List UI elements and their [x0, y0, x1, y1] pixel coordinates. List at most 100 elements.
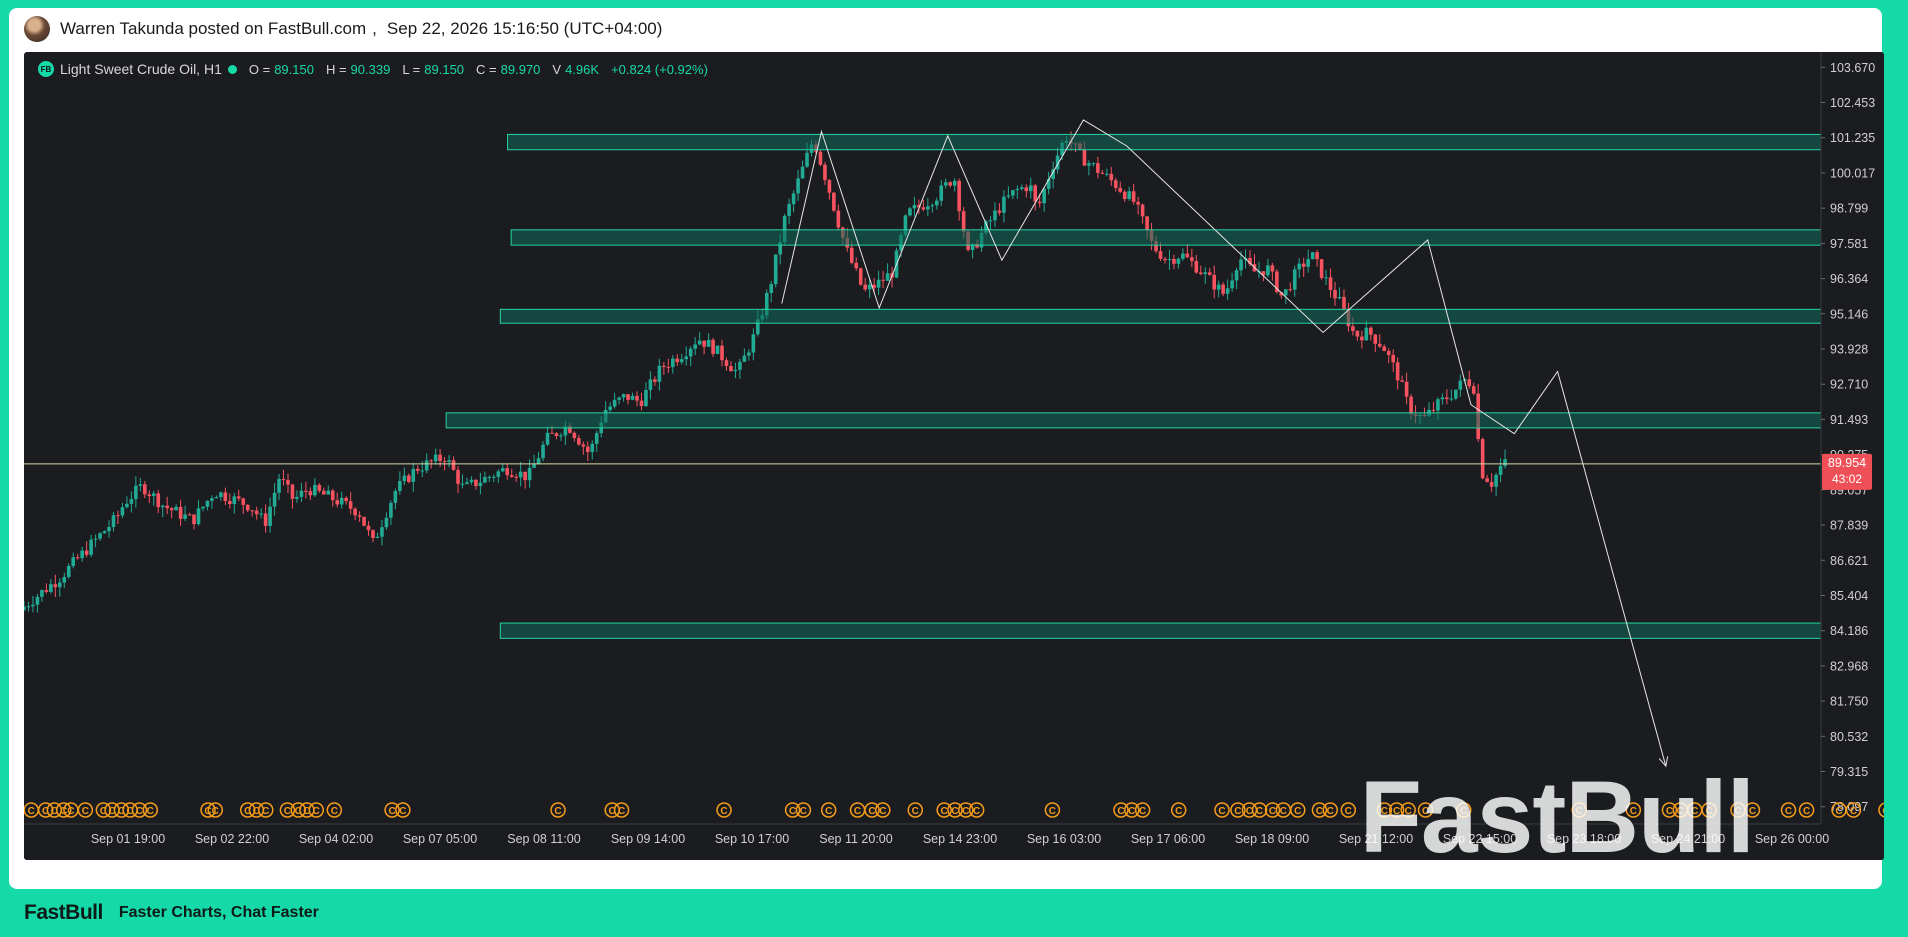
candle [836, 210, 841, 228]
candle [245, 504, 250, 511]
event-letter: C [136, 806, 143, 817]
calendar-event-icon[interactable]: C [1044, 802, 1061, 818]
candle [1364, 327, 1369, 341]
event-letter: C [147, 806, 154, 817]
zone-rect-5[interactable] [499, 622, 1884, 639]
candle [541, 444, 545, 459]
calendar-event-icon[interactable]: C [1290, 802, 1306, 818]
user-avatar[interactable] [24, 16, 50, 42]
candle [407, 475, 411, 482]
x-tick-label: Sep 11 20:00 [819, 832, 892, 846]
candle [653, 379, 657, 382]
calendar-event-icon[interactable]: C [24, 802, 39, 818]
high-value: 90.339 [350, 61, 391, 77]
y-tick-label: 100.017 [1830, 166, 1875, 180]
calendar-event-icon[interactable]: C [875, 802, 891, 818]
candle [456, 469, 460, 484]
candle [143, 484, 147, 495]
candle [796, 178, 800, 194]
low-value: 89.150 [424, 61, 465, 77]
candle [384, 517, 389, 528]
calendar-event-icon[interactable]: C [795, 802, 812, 818]
calendar-event-icon[interactable]: C [1134, 802, 1151, 818]
zone-rect-1[interactable] [507, 133, 1884, 151]
candle [89, 539, 93, 555]
y-tick-label: 80.532 [1830, 730, 1868, 744]
candle [317, 484, 322, 491]
calendar-event-icon[interactable]: C [258, 802, 274, 818]
candle [183, 514, 187, 519]
current-price-tag: 89.954 43:02 [1822, 453, 1872, 490]
calendar-event-icon[interactable]: C [1170, 802, 1187, 818]
candle [697, 340, 702, 345]
calendar-event-icon[interactable]: C [1251, 802, 1268, 818]
candle [1297, 263, 1302, 270]
footer-logo[interactable]: FastBull [24, 901, 103, 925]
candle [1283, 289, 1288, 296]
candle [733, 369, 738, 372]
fastbull-logo-icon: FB [38, 61, 54, 77]
event-letter: C [1294, 806, 1301, 817]
footer-bar: FastBull Faster Charts, Chat Faster [24, 898, 319, 928]
volume-label: V [552, 61, 562, 77]
candle [554, 433, 559, 437]
calendar-event-icon[interactable]: C [968, 802, 985, 818]
candle [371, 530, 375, 539]
candle [424, 460, 429, 471]
candle [1485, 478, 1489, 482]
event-letter: C [1882, 806, 1884, 817]
candle [496, 471, 501, 477]
calendar-event-icon[interactable]: C [142, 802, 159, 818]
calendar-event-icon[interactable]: C [1322, 802, 1339, 818]
calendar-event-icon[interactable]: C [1780, 802, 1797, 818]
symbol-label[interactable]: Light Sweet Crude Oil, H1 [60, 61, 222, 77]
candle [433, 454, 438, 462]
event-letter: C [1327, 806, 1334, 817]
y-tick-label: 97.581 [1830, 237, 1868, 251]
price-chart[interactable]: 103.670 102.453 101.235 100.017 98.799 97.581… [24, 52, 1884, 860]
countdown-value: 43:02 [1832, 472, 1862, 486]
zone-rect-4[interactable] [445, 412, 1873, 429]
candle [465, 482, 469, 484]
calendar-event-icon[interactable]: C [308, 802, 325, 818]
calendar-event-icon[interactable]: C [613, 802, 630, 818]
candle [272, 492, 277, 507]
calendar-event-icon[interactable]: C [1275, 802, 1292, 818]
candle [1042, 188, 1046, 204]
candle [572, 432, 577, 439]
calendar-event-icon[interactable]: C [1798, 802, 1815, 818]
candle [961, 211, 966, 232]
calendar-event-icon[interactable]: C [550, 802, 566, 818]
calendar-event-icon[interactable]: C [849, 802, 866, 818]
calendar-event-icon[interactable]: C [395, 802, 411, 818]
zone-rect-3[interactable] [499, 308, 1884, 324]
zigzag-pattern-line[interactable] [781, 119, 1667, 767]
y-tick-label: 81.750 [1830, 695, 1868, 709]
candle [876, 279, 881, 288]
event-letter: C [1803, 806, 1810, 817]
calendar-event-icon[interactable]: C [907, 802, 924, 818]
footer-tagline: Faster Charts, Chat Faster [118, 904, 319, 921]
calendar-event-icon[interactable]: C [716, 802, 732, 818]
candle [107, 527, 111, 532]
calendar-event-icon[interactable]: C [820, 802, 837, 818]
chart-panel[interactable]: 103.670 102.453 101.235 100.017 98.799 97.581… [24, 52, 1884, 860]
zones [445, 133, 1884, 639]
calendar-event-icon[interactable]: C [326, 802, 343, 818]
calendar-event-icon[interactable]: C [1214, 802, 1230, 818]
candle [648, 379, 653, 390]
candle [160, 505, 165, 508]
candle [40, 590, 44, 597]
zone-rect-2[interactable] [510, 229, 1884, 246]
event-letter: C [388, 806, 395, 817]
candle [550, 432, 554, 434]
candle [165, 505, 169, 509]
candle [939, 185, 944, 201]
candle [98, 533, 102, 539]
candle [1342, 296, 1346, 309]
candle [1002, 196, 1006, 213]
calendar-event-icon[interactable]: C [77, 802, 94, 818]
calendar-event-icon[interactable]: C [1340, 802, 1357, 818]
candle [715, 345, 720, 354]
candle [1225, 288, 1230, 294]
